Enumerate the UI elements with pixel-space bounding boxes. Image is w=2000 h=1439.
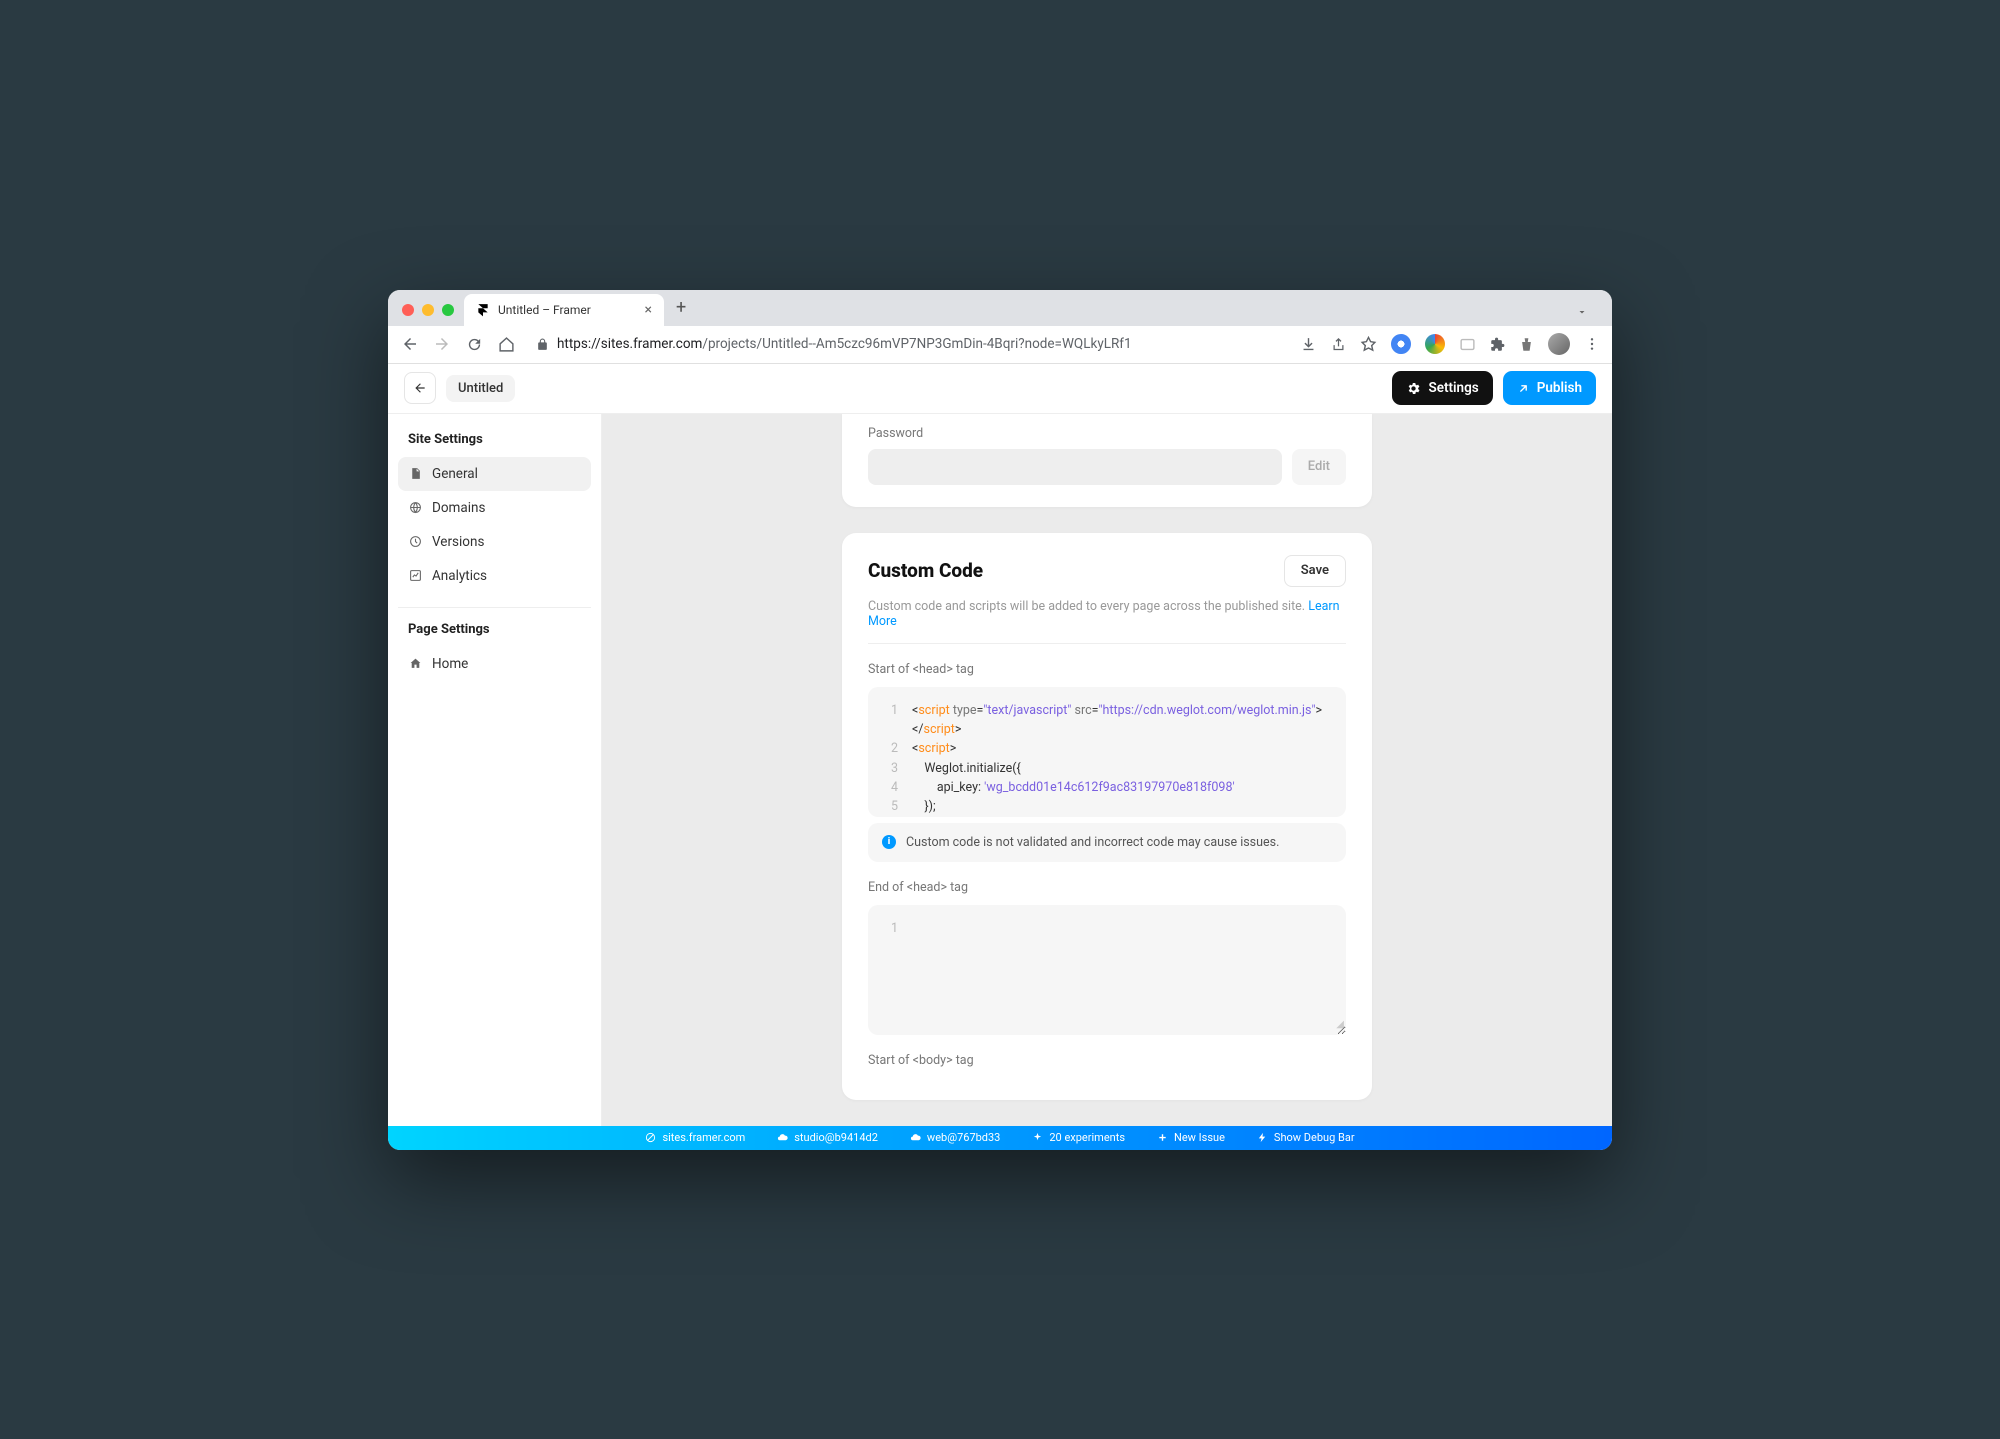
globe-icon [408,501,422,515]
password-input[interactable] [868,449,1282,485]
divider [398,607,591,608]
sparkle-icon [1032,1132,1043,1143]
url-text: https://sites.framer.com/projects/Untitl… [557,336,1132,352]
url-actions [1300,333,1600,355]
debug-bar: sites.framer.com studio@b9414d2 web@767b… [388,1126,1612,1150]
share-icon[interactable] [1331,337,1346,352]
sidebar: Site Settings General Domains Versions A… [388,414,602,1126]
main: Site Settings General Domains Versions A… [388,414,1612,1126]
extensions-icon[interactable] [1490,337,1505,352]
sidebar-item-analytics[interactable]: Analytics [398,559,591,593]
info-bar: i Custom code is not validated and incor… [868,823,1346,862]
debug-web[interactable]: web@767bd33 [910,1131,1000,1144]
tab-close-icon[interactable]: × [645,302,652,318]
circle-slash-icon [645,1132,656,1143]
cloud-icon [910,1132,921,1143]
home-icon [408,657,422,671]
resize-handle-icon[interactable]: ◢ [1336,1017,1344,1033]
window-minimize-icon[interactable] [422,304,434,316]
chart-icon [408,569,422,583]
debug-site[interactable]: sites.framer.com [645,1131,745,1144]
divider [868,643,1346,644]
window-maximize-icon[interactable] [442,304,454,316]
arrow-up-right-icon [1517,382,1530,395]
extension-icon[interactable] [1459,336,1476,353]
content-area[interactable]: Password Edit Custom Code Save Custom co… [602,414,1612,1126]
bookmark-star-icon[interactable] [1360,336,1377,353]
custom-code-card: Custom Code Save Custom code and scripts… [842,533,1372,1100]
code-label: End of <head> tag [868,880,1346,895]
code-editor-end-head[interactable]: 1 ◢ [868,905,1346,1035]
download-icon[interactable] [1300,336,1317,353]
plus-icon [1157,1132,1168,1143]
window-close-icon[interactable] [402,304,414,316]
framer-favicon-icon [476,303,490,317]
app-header: Untitled Settings Publish [388,364,1612,414]
debug-experiments[interactable]: 20 experiments [1032,1131,1125,1144]
back-button[interactable] [400,334,420,354]
extension-icon[interactable] [1425,334,1445,354]
debug-show-bar[interactable]: Show Debug Bar [1257,1131,1355,1144]
gear-icon [1406,381,1421,396]
reload-button[interactable] [464,334,484,354]
address-field[interactable]: https://sites.framer.com/projects/Untitl… [528,336,1288,352]
project-name[interactable]: Untitled [446,375,515,402]
debug-new-issue[interactable]: New Issue [1157,1131,1225,1144]
card-description: Custom code and scripts will be added to… [868,599,1346,629]
debug-studio[interactable]: studio@b9414d2 [777,1131,878,1144]
info-icon: i [882,835,896,849]
tab-overflow-icon[interactable] [1560,306,1604,326]
sidebar-heading: Site Settings [398,432,591,457]
publish-button[interactable]: Publish [1503,371,1596,405]
new-tab-button[interactable]: + [664,297,698,326]
save-button[interactable]: Save [1284,555,1346,587]
lock-icon [536,338,549,351]
sidebar-heading: Page Settings [398,622,591,647]
tab-bar: Untitled – Framer × + [388,290,1612,326]
url-bar: https://sites.framer.com/projects/Untitl… [388,326,1612,364]
edit-button[interactable]: Edit [1292,449,1346,485]
tab-title: Untitled – Framer [498,303,591,317]
clock-icon [408,535,422,549]
code-label: Start of <body> tag [868,1053,1346,1068]
settings-button[interactable]: Settings [1392,371,1492,405]
sidebar-item-domains[interactable]: Domains [398,491,591,525]
sidebar-item-home[interactable]: Home [398,647,591,681]
extension-icon[interactable] [1391,334,1411,354]
back-button[interactable] [404,372,436,404]
profile-avatar[interactable] [1548,333,1570,355]
cloud-icon [777,1132,788,1143]
field-label: Password [868,426,1346,441]
extension-icon[interactable] [1519,337,1534,352]
document-icon [408,467,422,481]
sidebar-item-versions[interactable]: Versions [398,525,591,559]
browser-window: Untitled – Framer × + https://sites.fram… [388,290,1612,1150]
menu-dots-icon[interactable] [1584,336,1600,352]
code-editor-start-head[interactable]: 1<script type="text/javascript" src="htt… [868,687,1346,817]
forward-button[interactable] [432,334,452,354]
browser-tab[interactable]: Untitled – Framer × [464,294,664,326]
code-label: Start of <head> tag [868,662,1346,677]
lightning-icon [1257,1132,1268,1143]
home-button[interactable] [496,334,516,354]
card-title: Custom Code [868,559,983,582]
password-card: Password Edit [842,414,1372,507]
traffic-lights [396,304,464,326]
sidebar-item-general[interactable]: General [398,457,591,491]
